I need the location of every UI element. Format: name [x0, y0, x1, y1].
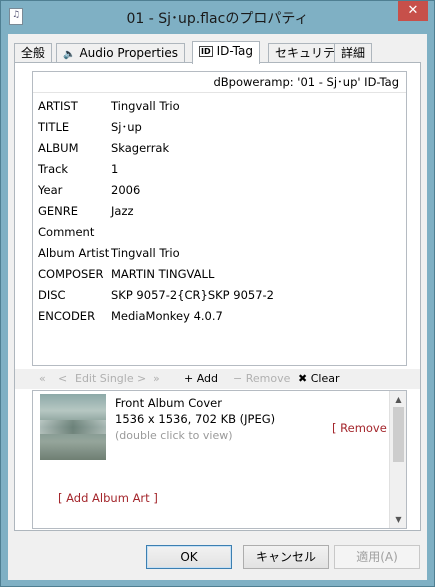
tag-key: Year [38, 183, 63, 197]
tag-value[interactable]: MediaMonkey 4.0.7 [111, 306, 223, 326]
tag-value[interactable]: 1 [111, 159, 118, 179]
id-tag-panel: dBpoweramp: '01 - Sj･up' ID-Tag ARTIST T… [14, 62, 421, 531]
tag-row-year[interactable]: Year 2006 [38, 180, 398, 200]
tag-key: Track [38, 162, 69, 176]
tag-value[interactable]: Tingvall Trio [111, 243, 180, 263]
tag-key: GENRE [38, 204, 79, 218]
dialog-client-area: 全般 🔈 Audio Properties ID ID-Tag セキュリティ 詳細 … [8, 34, 427, 580]
tag-key: Album Artist [38, 246, 110, 260]
tag-value[interactable]: Sj･up [111, 117, 142, 137]
tab-id-tag-label: ID-Tag [216, 44, 253, 58]
tab-details-label: 詳細 [341, 46, 366, 60]
art-hint: (double click to view) [115, 429, 233, 442]
edit-single-button[interactable]: Edit Single [75, 369, 134, 389]
tag-key: Comment [38, 225, 95, 239]
tag-key: ARTIST [38, 99, 78, 113]
prev-button[interactable]: < [58, 369, 67, 389]
tag-list[interactable]: dBpoweramp: '01 - Sj･up' ID-Tag ARTIST T… [32, 71, 407, 366]
cancel-button[interactable]: キャンセル [243, 545, 329, 569]
tag-key: TITLE [38, 120, 70, 134]
tab-audio-properties[interactable]: 🔈 Audio Properties [56, 43, 186, 63]
scroll-thumb[interactable] [393, 407, 404, 462]
remove-button[interactable]: − Remove [233, 369, 290, 389]
tag-value[interactable]: SKP 9057-2{CR}SKP 9057-2 [111, 285, 274, 305]
window-title: 01 - Sj･up.flacのプロパティ [126, 11, 309, 27]
tab-details[interactable]: 詳細 [334, 43, 373, 63]
tag-value[interactable]: Jazz [111, 201, 134, 221]
art-dimensions: 1536 x 1536, 702 KB (JPEG) [115, 412, 276, 426]
tab-id-tag[interactable]: ID ID-Tag [192, 41, 260, 64]
tag-value[interactable]: MARTIN TINGVALL [111, 264, 214, 284]
tag-row-track[interactable]: Track 1 [38, 159, 398, 179]
tag-row-composer[interactable]: COMPOSER MARTIN TINGVALL [38, 264, 398, 284]
first-button[interactable]: « [39, 369, 46, 389]
tag-key: DISC [38, 288, 66, 302]
tag-value[interactable]: Skagerrak [111, 138, 169, 158]
tag-header: dBpoweramp: '01 - Sj･up' ID-Tag [33, 72, 406, 93]
art-scrollbar[interactable]: ▲ ▼ [389, 391, 406, 528]
remove-art-link[interactable]: [ Remove ] [332, 421, 395, 435]
add-button[interactable]: + Add [184, 369, 218, 389]
add-album-art-link[interactable]: [ Add Album Art ] [58, 491, 158, 505]
music-file-icon [9, 8, 23, 25]
next-button[interactable]: > [137, 369, 146, 389]
ok-button[interactable]: OK [146, 545, 232, 569]
properties-window: 01 - Sj･up.flacのプロパティ ✕ 全般 🔈Audio Proper… [0, 0, 435, 587]
tag-value[interactable]: 2006 [111, 180, 140, 200]
tag-key: COMPOSER [38, 267, 104, 281]
close-button[interactable]: ✕ [398, 1, 428, 21]
tag-key: ALBUM [38, 141, 79, 155]
tag-row-title[interactable]: TITLE Sj･up [38, 117, 398, 137]
tab-general-label: 全般 [21, 46, 46, 60]
tag-row-album[interactable]: ALBUM Skagerrak [38, 138, 398, 158]
tab-general[interactable]: 全般 [14, 43, 53, 63]
tag-row-genre[interactable]: GENRE Jazz [38, 201, 398, 221]
scroll-down-icon[interactable]: ▼ [390, 511, 407, 528]
tag-row-comment[interactable]: Comment [38, 222, 398, 242]
tag-value[interactable]: Tingvall Trio [111, 96, 180, 116]
id-tag-icon: ID [199, 46, 213, 57]
tab-audio-properties-label: Audio Properties [79, 46, 179, 60]
tag-key: ENCODER [38, 309, 96, 323]
last-button[interactable]: » [153, 369, 160, 389]
art-type: Front Album Cover [115, 396, 222, 410]
tag-toolbar: « < Edit Single > » + Add − Remove ✖ Cle… [15, 369, 420, 389]
album-cover-thumbnail[interactable] [40, 394, 106, 460]
tag-row-encoder[interactable]: ENCODER MediaMonkey 4.0.7 [38, 306, 398, 326]
tag-row-artist[interactable]: ARTIST Tingvall Trio [38, 96, 398, 116]
tag-row-album-artist[interactable]: Album Artist Tingvall Trio [38, 243, 398, 263]
scroll-up-icon[interactable]: ▲ [390, 391, 407, 408]
title-bar[interactable]: 01 - Sj･up.flacのプロパティ ✕ [1, 1, 434, 34]
apply-button[interactable]: 適用(A) [334, 545, 420, 569]
album-art-list[interactable]: Front Album Cover 1536 x 1536, 702 KB (J… [32, 390, 407, 529]
clear-button[interactable]: ✖ Clear [298, 369, 339, 389]
tag-row-disc[interactable]: DISC SKP 9057-2{CR}SKP 9057-2 [38, 285, 398, 305]
